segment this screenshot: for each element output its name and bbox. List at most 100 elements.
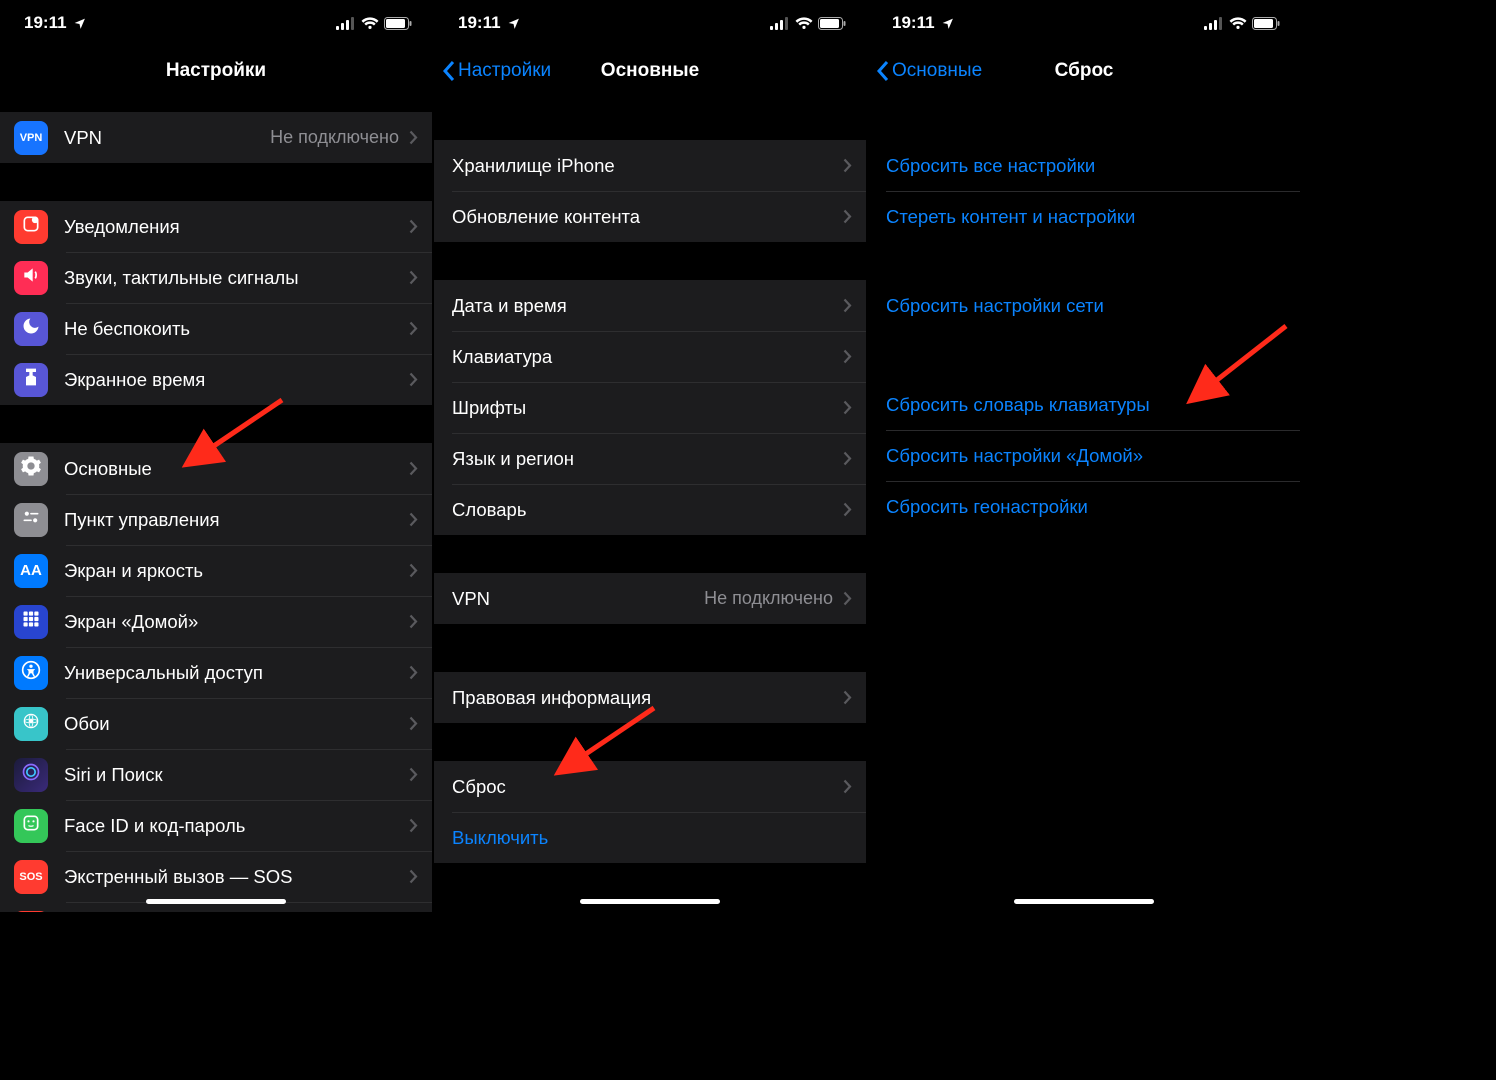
- home-indicator[interactable]: [580, 899, 720, 904]
- settings-row[interactable]: Универсальный доступ: [0, 647, 432, 698]
- sound-icon: [21, 265, 41, 290]
- general-row-reset[interactable]: Сброс: [434, 761, 866, 812]
- chevron-right-icon: [409, 270, 418, 285]
- row-icon: AA: [14, 554, 48, 588]
- settings-row[interactable]: AA Экран и яркость: [0, 545, 432, 596]
- row-icon: [14, 210, 48, 244]
- reset-row[interactable]: Сбросить настройки «Домой»: [868, 430, 1300, 481]
- row-icon: [14, 312, 48, 346]
- settings-row[interactable]: Экран «Домой»: [0, 596, 432, 647]
- reset-row[interactable]: Сбросить все настройки: [868, 140, 1300, 191]
- chevron-right-icon: [409, 321, 418, 336]
- general-row[interactable]: Словарь: [434, 484, 866, 535]
- general-row[interactable]: Обновление контента: [434, 191, 866, 242]
- row-label: Клавиатура: [452, 346, 843, 368]
- battery-icon: [818, 17, 846, 30]
- settings-row[interactable]: Не беспокоить: [0, 303, 432, 354]
- row-label: Обои: [64, 713, 409, 735]
- general-row[interactable]: Дата и время: [434, 280, 866, 331]
- reset-row[interactable]: Стереть контент и настройки: [868, 191, 1300, 242]
- wall-icon: [21, 711, 41, 736]
- status-time: 19:11: [892, 13, 935, 33]
- location-icon: [941, 17, 954, 30]
- home-icon: [21, 609, 41, 634]
- row-label: Шрифты: [452, 397, 843, 419]
- general-row[interactable]: Язык и регион: [434, 433, 866, 484]
- settings-row-vpn[interactable]: VPN VPN Не подключено: [0, 112, 432, 163]
- row-icon: [14, 452, 48, 486]
- chevron-right-icon: [843, 209, 852, 224]
- access-icon: [21, 660, 41, 685]
- row-label: Пункт управления: [64, 509, 409, 531]
- chevron-right-icon: [409, 461, 418, 476]
- cellular-icon: [1204, 17, 1224, 30]
- row-label: Хранилище iPhone: [452, 155, 843, 177]
- chevron-left-icon: [442, 60, 456, 82]
- settings-row[interactable]: Siri и Поиск: [0, 749, 432, 800]
- row-icon: [14, 656, 48, 690]
- row-icon: [14, 758, 48, 792]
- settings-row[interactable]: SOSЭкстренный вызов — SOS: [0, 851, 432, 902]
- settings-row[interactable]: Face ID и код-пароль: [0, 800, 432, 851]
- row-label: Дата и время: [452, 295, 843, 317]
- back-button[interactable]: Настройки: [442, 46, 551, 96]
- row-detail: Не подключено: [270, 127, 399, 148]
- home-indicator[interactable]: [146, 899, 286, 904]
- settings-row[interactable]: Уведомления: [0, 201, 432, 252]
- battery-icon: [1252, 17, 1280, 30]
- row-label: Стереть контент и настройки: [886, 206, 1135, 228]
- reset-row[interactable]: Сбросить настройки сети: [868, 280, 1300, 331]
- general-row[interactable]: Хранилище iPhone: [434, 140, 866, 191]
- settings-row[interactable]: Обои: [0, 698, 432, 749]
- row-label: Экран и яркость: [64, 560, 409, 582]
- general-row[interactable]: Клавиатура: [434, 331, 866, 382]
- row-label: Правовая информация: [452, 687, 843, 709]
- status-bar: 19:11: [0, 0, 432, 46]
- reset-row[interactable]: Сбросить геонастройки: [868, 481, 1300, 532]
- general-row[interactable]: Шрифты: [434, 382, 866, 433]
- settings-row[interactable]: Основные: [0, 443, 432, 494]
- cellular-icon: [336, 17, 356, 30]
- settings-row[interactable]: Экранное время: [0, 354, 432, 405]
- chevron-left-icon: [876, 60, 890, 82]
- row-label: Face ID и код-пароль: [64, 815, 409, 837]
- settings-row[interactable]: Пункт управления: [0, 494, 432, 545]
- row-icon: [14, 911, 48, 913]
- general-row-legal[interactable]: Правовая информация: [434, 672, 866, 723]
- row-icon: [14, 503, 48, 537]
- row-label: Словарь: [452, 499, 843, 521]
- general-row-shutdown[interactable]: Выключить: [434, 812, 866, 863]
- row-label: Экран «Домой»: [64, 611, 409, 633]
- chevron-right-icon: [409, 219, 418, 234]
- row-label: Язык и регион: [452, 448, 843, 470]
- chevron-right-icon: [409, 869, 418, 884]
- siri-icon: [21, 762, 41, 787]
- chevron-right-icon: [843, 349, 852, 364]
- back-button[interactable]: Основные: [876, 46, 982, 96]
- pane-general: 19:11 Настройки Основные Хранилище iPhon…: [434, 0, 866, 912]
- settings-row[interactable]: Звуки, тактильные сигналы: [0, 252, 432, 303]
- chevron-right-icon: [843, 298, 852, 313]
- chevron-right-icon: [409, 818, 418, 833]
- wifi-icon: [361, 17, 379, 30]
- face-icon: [21, 813, 41, 838]
- row-label: Сбросить все настройки: [886, 155, 1095, 177]
- chevron-right-icon: [409, 614, 418, 629]
- home-indicator[interactable]: [1014, 899, 1154, 904]
- row-label: Сбросить словарь клавиатуры: [886, 394, 1150, 416]
- general-row-vpn[interactable]: VPN Не подключено: [434, 573, 866, 624]
- dnd-icon: [21, 316, 41, 341]
- chevron-right-icon: [843, 158, 852, 173]
- row-label: Выключить: [452, 827, 852, 849]
- nav-bar: Настройки: [0, 46, 432, 96]
- row-label: Звуки, тактильные сигналы: [64, 267, 409, 289]
- row-label: Универсальный доступ: [64, 662, 409, 684]
- wifi-icon: [1229, 17, 1247, 30]
- chevron-right-icon: [409, 372, 418, 387]
- sos-icon-text: SOS: [19, 871, 42, 883]
- reset-row[interactable]: Сбросить словарь клавиатуры: [868, 379, 1300, 430]
- wifi-icon: [795, 17, 813, 30]
- chevron-right-icon: [843, 451, 852, 466]
- row-label: Уведомления: [64, 216, 409, 238]
- row-label: Экранное время: [64, 369, 409, 391]
